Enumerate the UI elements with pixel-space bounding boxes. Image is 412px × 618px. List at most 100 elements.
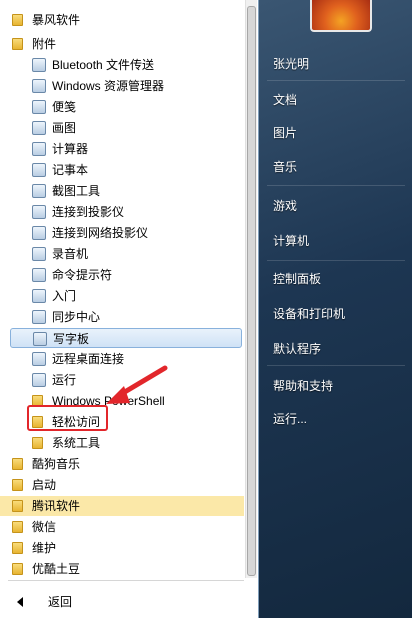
program-item[interactable]: 计算器 <box>0 139 244 159</box>
wordpad-icon <box>33 332 47 346</box>
right-link[interactable]: 帮助和支持 <box>273 377 333 394</box>
program-item[interactable]: 附件 <box>0 34 244 54</box>
folder-icon <box>12 500 23 512</box>
program-item[interactable]: 截图工具 <box>0 181 244 201</box>
program-item-label: 微信 <box>32 520 57 534</box>
program-item-label: 远程桌面连接 <box>52 352 125 366</box>
annotation-highlight-box <box>27 405 108 431</box>
folder-icon <box>12 563 23 575</box>
program-item-label: 连接到网络投影仪 <box>52 226 149 240</box>
snipping-tool-icon <box>32 184 46 198</box>
run-icon <box>32 373 46 387</box>
program-item[interactable]: 系统工具 <box>0 433 244 453</box>
program-item-label: 维护 <box>32 541 57 555</box>
network-projector-icon <box>32 226 46 240</box>
right-divider <box>267 260 405 261</box>
program-item-label: 酷狗音乐 <box>32 457 81 471</box>
right-link[interactable]: 默认程序 <box>273 340 321 357</box>
calculator-icon <box>32 142 46 156</box>
program-item[interactable]: 维护 <box>0 538 244 558</box>
remote-desktop-icon <box>32 352 46 366</box>
getting-started-icon <box>32 289 46 303</box>
program-item[interactable]: 连接到网络投影仪 <box>0 223 244 243</box>
right-link[interactable]: 文档 <box>273 91 297 108</box>
program-item[interactable]: 同步中心 <box>0 307 244 327</box>
command-prompt-icon <box>32 268 46 282</box>
program-item[interactable]: 暴风软件 <box>0 10 244 30</box>
sync-center-icon <box>32 310 46 324</box>
right-divider <box>267 365 405 366</box>
program-item-label: 记事本 <box>52 163 89 177</box>
paint-icon <box>32 121 46 135</box>
divider <box>8 580 244 581</box>
back-button[interactable]: 返回 <box>0 590 244 614</box>
folder-icon <box>12 479 23 491</box>
program-item-label: 录音机 <box>52 247 89 261</box>
right-link[interactable]: 张光明 <box>273 55 309 72</box>
folder-icon <box>32 437 43 449</box>
program-item-label: 同步中心 <box>52 310 101 324</box>
program-item-label: 优酷土豆 <box>32 562 81 576</box>
program-item[interactable]: 远程桌面连接 <box>0 349 244 369</box>
program-item[interactable]: 连接到投影仪 <box>0 202 244 222</box>
program-item-label: 运行 <box>52 373 77 387</box>
program-item[interactable]: 腾讯软件 <box>0 496 244 516</box>
sticky-notes-icon <box>32 100 46 114</box>
program-item[interactable]: 微信 <box>0 517 244 537</box>
projector-icon <box>32 205 46 219</box>
program-item-label: 暴风软件 <box>32 13 81 27</box>
right-link[interactable]: 设备和打印机 <box>273 305 345 322</box>
folder-icon <box>12 458 23 470</box>
programs-panel: 暴风软件附件 Bluetooth 文件传送 Windows 资源管理器 便笺画图计算器… <box>0 0 259 618</box>
program-item-label: 系统工具 <box>52 436 101 450</box>
program-item-label: 写字板 <box>53 332 90 346</box>
program-item[interactable]: 便笺 <box>0 97 244 117</box>
program-item-label: 腾讯软件 <box>32 499 81 513</box>
program-item-label: Bluetooth 文件传送 <box>52 58 155 72</box>
program-item-label: 画图 <box>52 121 77 135</box>
right-link[interactable]: 计算机 <box>273 232 309 249</box>
right-link[interactable]: 音乐 <box>273 158 297 175</box>
right-link[interactable]: 游戏 <box>273 197 297 214</box>
program-item[interactable]: Windows 资源管理器 <box>0 76 244 96</box>
program-item-label: 入门 <box>52 289 77 303</box>
program-item[interactable]: 启动 <box>0 475 244 495</box>
explorer-icon <box>32 79 46 93</box>
back-label: 返回 <box>48 595 73 609</box>
program-item[interactable]: 酷狗音乐 <box>0 454 244 474</box>
program-item[interactable]: 入门 <box>0 286 244 306</box>
user-avatar[interactable] <box>310 0 372 32</box>
folder-icon <box>12 14 23 26</box>
program-item[interactable]: 录音机 <box>0 244 244 264</box>
program-item-label: 截图工具 <box>52 184 101 198</box>
right-panel: 张光明文档图片音乐游戏计算机控制面板设备和打印机 默认程序帮助和支持运行... <box>259 0 412 618</box>
right-link[interactable]: 图片 <box>273 124 297 141</box>
program-item[interactable]: 画图 <box>0 118 244 138</box>
right-divider <box>267 185 405 186</box>
bluetooth-icon <box>32 58 46 72</box>
back-arrow-icon <box>17 597 23 607</box>
program-item-label: 便笺 <box>52 100 77 114</box>
program-item[interactable]: 优酷土豆 <box>0 559 244 578</box>
programs-scrollbar[interactable] <box>245 0 257 578</box>
program-item[interactable]: Bluetooth 文件传送 <box>0 55 244 75</box>
right-divider <box>267 80 405 81</box>
all-programs-list: 暴风软件附件 Bluetooth 文件传送 Windows 资源管理器 便笺画图计算器… <box>0 0 244 578</box>
folder-icon <box>12 38 23 50</box>
program-item-label: 连接到投影仪 <box>52 205 125 219</box>
folder-icon <box>12 521 23 533</box>
program-item[interactable]: 命令提示符 <box>0 265 244 285</box>
program-item-label: 启动 <box>32 478 57 492</box>
program-item[interactable]: 记事本 <box>0 160 244 180</box>
program-item-label: 计算器 <box>52 142 89 156</box>
folder-icon <box>12 542 23 554</box>
notepad-icon <box>32 163 46 177</box>
program-item-label: Windows 资源管理器 <box>52 79 165 93</box>
program-item-label: 附件 <box>32 37 57 51</box>
program-item[interactable]: 运行 <box>0 370 244 390</box>
scrollbar-thumb[interactable] <box>247 6 256 576</box>
right-link[interactable]: 控制面板 <box>273 270 321 287</box>
program-item[interactable]: 写字板 <box>10 328 242 348</box>
microphone-icon <box>32 247 46 261</box>
right-link[interactable]: 运行... <box>273 410 307 427</box>
